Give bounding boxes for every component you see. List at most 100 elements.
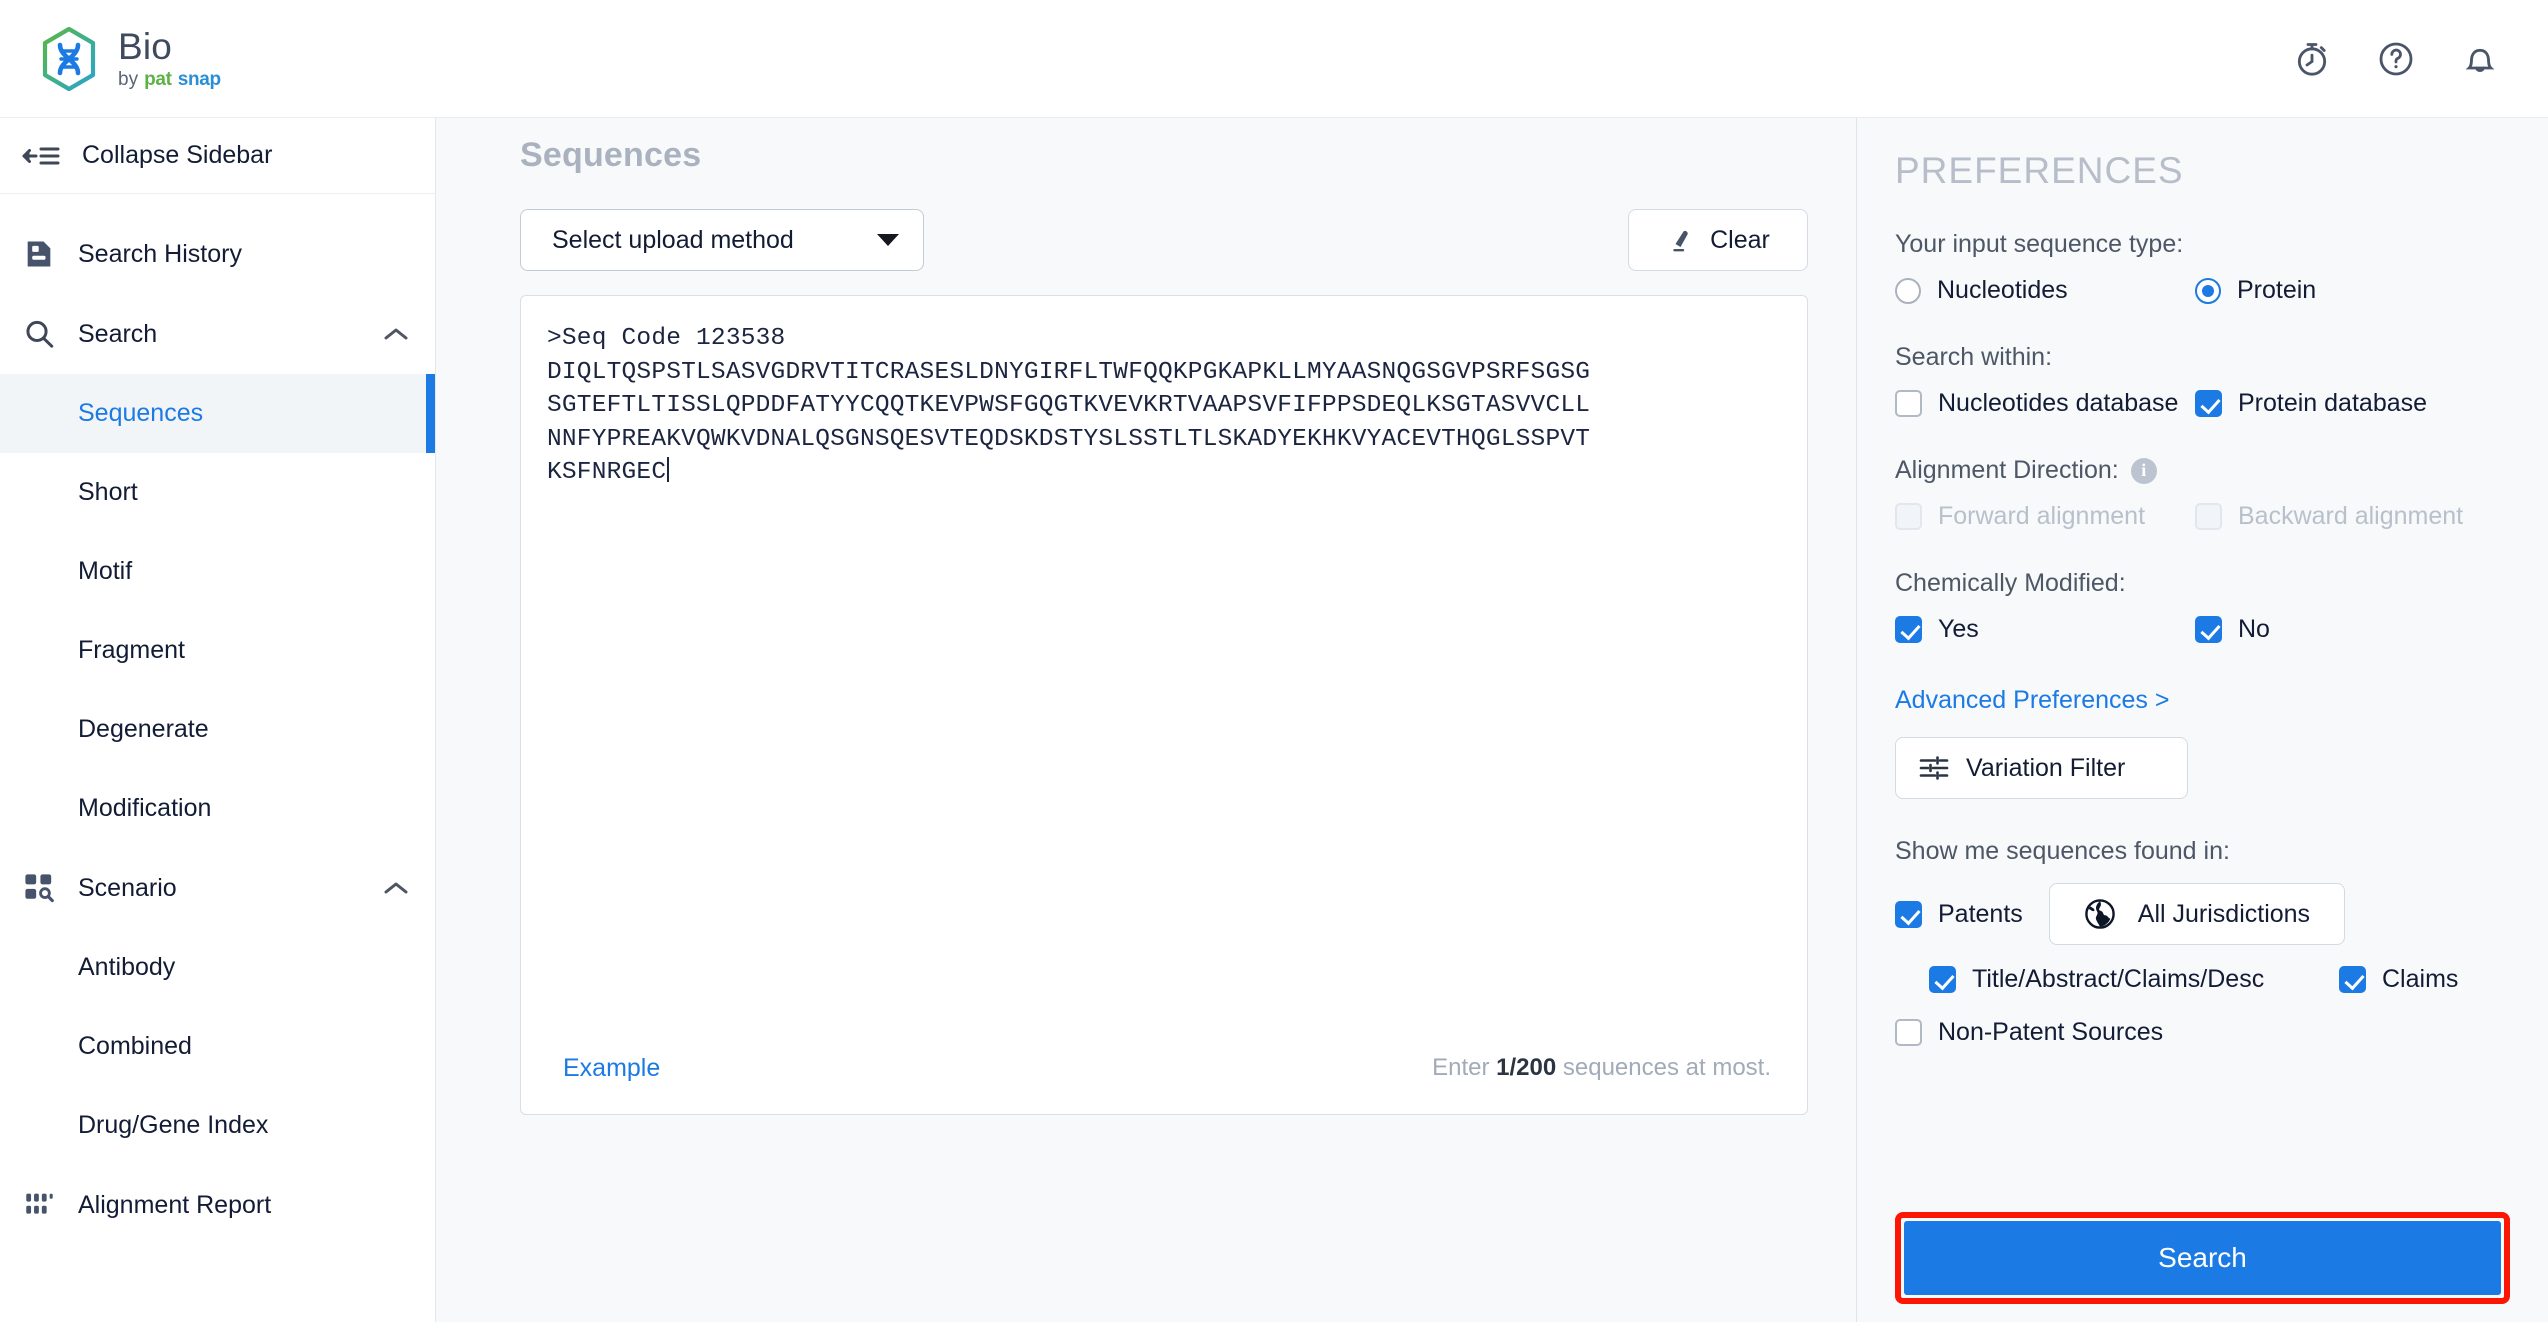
checkbox-forward-alignment-label: Forward alignment (1938, 502, 2146, 530)
sidebar-item-degenerate[interactable]: Degenerate (0, 690, 435, 769)
sidebar-group-scenario[interactable]: Scenario (0, 848, 435, 928)
example-link[interactable]: Example (563, 1054, 660, 1083)
checkbox-chem-no-label: No (2238, 615, 2270, 643)
brand-logo[interactable]: Bio by pat snap (40, 26, 221, 91)
checkbox-protein-database[interactable]: Protein database (2195, 389, 2548, 418)
alignment-direction-label-row: Alignment Direction: i (1895, 456, 2548, 485)
header-actions (2292, 39, 2514, 79)
sequences-panel: Sequences Select upload method Clear >Se… (436, 118, 1856, 1322)
chevron-up-icon[interactable] (383, 880, 409, 896)
preferences-panel: PREFERENCES Your input sequence type: Nu… (1856, 118, 2548, 1322)
sidebar-item-fragment[interactable]: Fragment (0, 611, 435, 690)
checkbox-checked-icon (1929, 966, 1956, 993)
clear-button[interactable]: Clear (1628, 209, 1808, 271)
collapse-sidebar-button[interactable]: Collapse Sidebar (0, 118, 435, 194)
found-in-label: Show me sequences found in: (1895, 837, 2230, 865)
upload-method-select[interactable]: Select upload method (520, 209, 924, 271)
app-header: Bio by pat snap (0, 0, 2548, 118)
brand-title: Bio (118, 26, 173, 67)
seq-line-5: KSFNRGEC (547, 459, 667, 487)
alignment-direction-row: Forward alignment Backward alignment (1895, 502, 2548, 531)
page-title: Sequences (520, 136, 702, 174)
checkbox-chem-yes[interactable]: Yes (1895, 615, 2195, 644)
sidebar-item-combined[interactable]: Combined (0, 1007, 435, 1086)
content-area: Sequences Select upload method Clear >Se… (436, 118, 2548, 1322)
sidebar-item-alignment-report[interactable]: Alignment Report (0, 1165, 435, 1245)
collapse-sidebar-icon (22, 143, 60, 169)
collapse-sidebar-label: Collapse Sidebar (82, 141, 273, 169)
checkbox-backward-alignment-label: Backward alignment (2238, 502, 2464, 530)
sidebar-item-short[interactable]: Short (0, 453, 435, 532)
sidebar-group-search[interactable]: Search (0, 294, 435, 374)
preferences-spacer (1895, 1047, 2548, 1212)
all-jurisdictions-button[interactable]: All Jurisdictions (2048, 883, 2346, 945)
sidebar-nav: Search History Search Sequences Short Mo… (0, 194, 435, 1245)
dna-hexagon-logo-icon (40, 26, 98, 91)
checkbox-claims[interactable]: Claims (2339, 965, 2458, 994)
sidebar-label-modification: Modification (78, 794, 212, 822)
variation-filter-button[interactable]: Variation Filter (1895, 737, 2188, 799)
checkbox-patents-label: Patents (1938, 899, 2023, 928)
alignment-direction-label: Alignment Direction: (1895, 456, 2119, 484)
sidebar-item-motif[interactable]: Motif (0, 532, 435, 611)
radio-nucleotides[interactable]: Nucleotides (1895, 276, 2195, 305)
checkbox-non-patent-sources[interactable]: Non-Patent Sources (1895, 1018, 2548, 1047)
app-root: Bio by pat snap Collapse Sidebar Search … (0, 0, 2548, 1322)
checkbox-checked-icon (2195, 390, 2222, 417)
checkbox-checked-icon (1895, 900, 1922, 928)
sidebar-label-degenerate: Degenerate (78, 715, 209, 743)
bell-icon[interactable] (2460, 39, 2500, 79)
variation-filter-label: Variation Filter (1966, 753, 2126, 782)
radio-protein[interactable]: Protein (2195, 276, 2548, 305)
sidebar-item-search-history[interactable]: Search History (0, 214, 435, 294)
checkbox-nucleotides-database[interactable]: Nucleotides database (1895, 389, 2195, 418)
search-button[interactable]: Search (1904, 1221, 2501, 1295)
sequence-input-box: >Seq Code 123538 DIQLTQSPSTLSASVGDRVTITC… (520, 295, 1808, 1115)
patents-row: Patents All Jurisdictions (1895, 883, 2548, 945)
checkbox-disabled-icon (1895, 503, 1922, 530)
sidebar-item-modification[interactable]: Modification (0, 769, 435, 848)
info-icon[interactable]: i (2130, 457, 2157, 484)
chemically-modified-section: Chemically Modified: Yes No (1895, 569, 2548, 644)
help-circle-icon[interactable] (2376, 39, 2416, 79)
checkbox-chem-yes-label: Yes (1938, 615, 1979, 643)
sequence-textarea[interactable]: >Seq Code 123538 DIQLTQSPSTLSASVGDRVTITC… (521, 296, 1807, 1022)
magnifier-icon (22, 317, 56, 351)
sidebar-label-motif: Motif (78, 557, 133, 585)
seq-line-3: SGTEFTLTISSLQPDDFATYYCQQTKEVPWSFGQGTKVEV… (547, 392, 1591, 420)
advanced-preferences-link[interactable]: Advanced Preferences > (1895, 686, 2169, 715)
advanced-preferences-section: Advanced Preferences > Variation Filter (1895, 682, 2548, 799)
search-within-section: Search within: Nucleotides database Prot… (1895, 343, 2548, 418)
sequence-counter: Enter 1/200 sequences at most. (1432, 1054, 1771, 1082)
upload-method-label: Select upload method (552, 225, 794, 254)
checkbox-checked-icon (1895, 616, 1922, 643)
patent-fields-row: Title/Abstract/Claims/Desc Claims (1895, 965, 2548, 994)
input-sequence-type-section: Your input sequence type: Nucleotides Pr… (1895, 230, 2548, 305)
grid-search-icon (22, 871, 56, 905)
checkbox-title-abstract-claims-desc[interactable]: Title/Abstract/Claims/Desc (1929, 965, 2339, 994)
sidebar-item-drug-gene-index[interactable]: Drug/Gene Index (0, 1086, 435, 1165)
checkbox-checked-icon (2195, 616, 2222, 643)
sidebar-label-search-history: Search History (78, 239, 242, 268)
sequence-footer: Example Enter 1/200 sequences at most. (521, 1022, 1807, 1114)
brand-by: by (118, 69, 139, 90)
counter-value: 1/200 (1496, 1054, 1557, 1081)
checkbox-chem-no[interactable]: No (2195, 615, 2548, 644)
stopwatch-icon[interactable] (2292, 39, 2332, 79)
checkbox-patents[interactable]: Patents (1895, 900, 2023, 929)
input-sequence-type-label: Your input sequence type: (1895, 230, 2184, 258)
sidebar: Collapse Sidebar Search History Search S… (0, 118, 436, 1322)
chevron-up-icon[interactable] (383, 326, 409, 342)
radio-checked-icon (2195, 277, 2221, 304)
brand-subtitle: by pat snap (118, 70, 221, 89)
checkbox-forward-alignment: Forward alignment (1895, 502, 2195, 531)
brand-snap: snap (177, 69, 221, 90)
caret-down-icon (877, 234, 899, 246)
sidebar-item-sequences[interactable]: Sequences (0, 374, 435, 453)
seq-line-2: DIQLTQSPSTLSASVGDRVTITCRASESLDNYGIRFLTWF… (547, 358, 1591, 386)
sequence-toolbar: Select upload method Clear (520, 209, 1808, 271)
checkbox-non-patent-sources-label: Non-Patent Sources (1938, 1018, 2164, 1046)
sidebar-item-antibody[interactable]: Antibody (0, 928, 435, 1007)
sidebar-label-scenario: Scenario (78, 873, 177, 902)
counter-prefix: Enter (1432, 1054, 1497, 1081)
